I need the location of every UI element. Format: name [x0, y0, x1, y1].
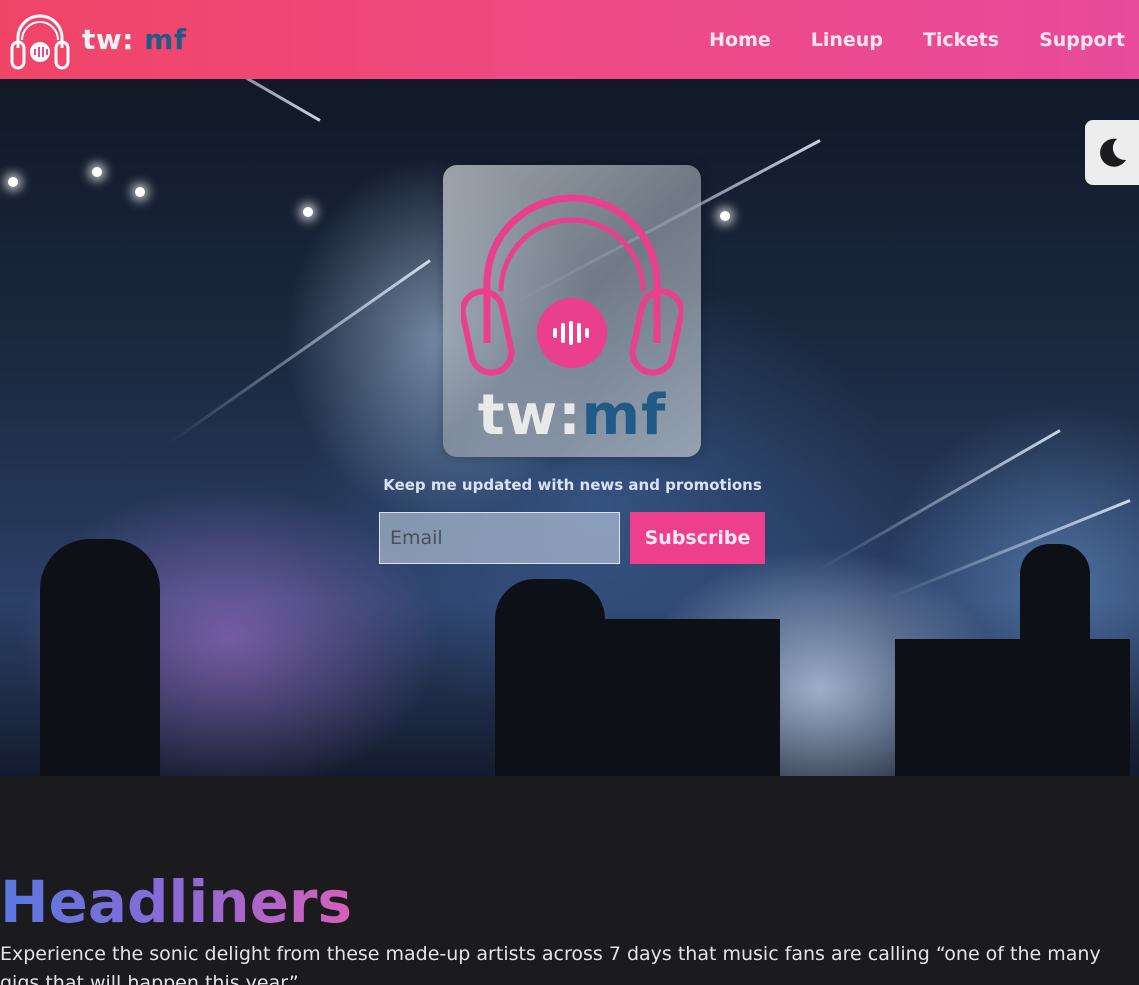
performer-silhouette: [40, 539, 160, 776]
nav-link-tickets[interactable]: Tickets: [923, 29, 999, 51]
nav-link-home[interactable]: Home: [709, 29, 771, 51]
theme-toggle-button[interactable]: [1085, 120, 1139, 185]
nav-link-support[interactable]: Support: [1039, 29, 1125, 51]
brand-name: tw: mf: [82, 23, 187, 56]
stage-light: [135, 187, 145, 197]
light-beam: [888, 499, 1131, 600]
light-beam: [816, 429, 1061, 572]
moon-icon: [1100, 138, 1126, 167]
brand-name-part1: tw:: [82, 23, 134, 56]
headphones-icon: [461, 194, 683, 376]
stage-light: [720, 211, 730, 221]
stage-light: [92, 167, 102, 177]
performer-silhouette: [1020, 544, 1090, 654]
festival-logo-text: tw:mf: [443, 383, 701, 448]
stage-light: [303, 207, 313, 217]
keyboard-stand: [895, 639, 1130, 776]
light-beam: [167, 259, 431, 446]
nav-link-lineup[interactable]: Lineup: [811, 29, 883, 51]
subscribe-button[interactable]: Subscribe: [630, 512, 765, 564]
brand-name-part2: mf: [144, 23, 187, 56]
logo-text-part1: tw:: [477, 383, 582, 448]
newsletter-label: Keep me updated with news and promotions: [383, 476, 762, 494]
top-navbar: tw: mf Home Lineup Tickets Support: [0, 0, 1139, 79]
email-field[interactable]: [379, 512, 620, 564]
main-nav: Home Lineup Tickets Support: [709, 29, 1125, 51]
stage-light: [8, 177, 18, 187]
headliners-description: Experience the sonic delight from these …: [0, 943, 1101, 985]
hero-section: tw:mf Keep me updated with news and prom…: [0, 79, 1139, 776]
brand[interactable]: tw: mf: [8, 8, 187, 72]
light-beam: [94, 79, 321, 122]
festival-logo-card: tw:mf: [443, 165, 701, 457]
keyboard-stand: [550, 619, 780, 776]
logo-text-part2: mf: [581, 383, 667, 448]
headphones-icon: [10, 14, 70, 69]
headliners-heading: Headliners: [0, 868, 353, 936]
